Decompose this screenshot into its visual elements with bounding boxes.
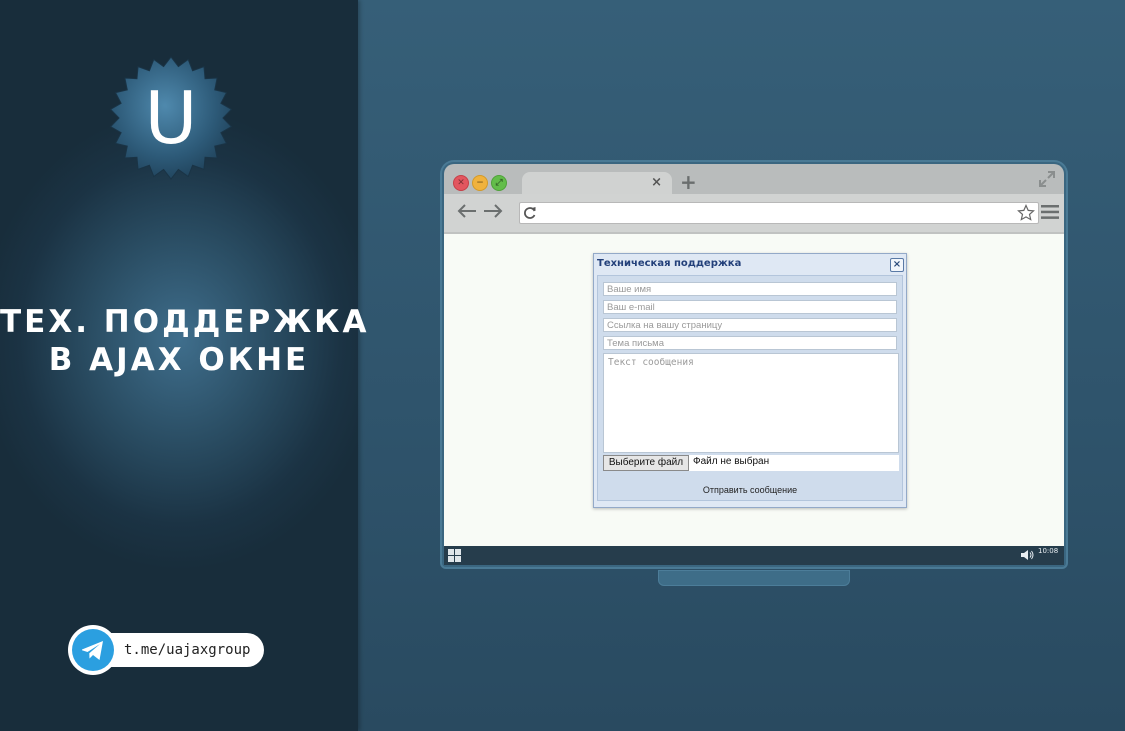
tab-bar: ✕ − ⤢ × + [444, 164, 1064, 194]
dialog-close-button[interactable]: × [890, 258, 904, 272]
new-tab-icon[interactable]: + [680, 170, 697, 194]
email-input[interactable]: Ваш e-mail [603, 300, 897, 314]
window-maximize-button[interactable]: ⤢ [491, 175, 507, 191]
promo-title-line-2: В AJAX ОКНЕ [48, 342, 310, 378]
promo-title-line-1: ТЕХ. ПОДДЕРЖКА [0, 304, 370, 340]
telegram-link-text[interactable]: t.me/uajaxgroup [124, 642, 250, 658]
menu-icon[interactable] [1041, 204, 1059, 220]
browser-window: ✕ − ⤢ × + Техническая поддержка × Ваше и… [442, 162, 1066, 567]
start-menu-icon[interactable] [448, 549, 461, 562]
telegram-link[interactable]: t.me/uajaxgroup [68, 625, 265, 677]
forward-arrow-icon[interactable] [482, 203, 504, 219]
tab-close-icon[interactable]: × [651, 175, 662, 190]
window-minimize-button[interactable]: − [472, 175, 488, 191]
page-link-input[interactable]: Ссылка на вашу страницу [603, 318, 897, 332]
telegram-plane-icon [82, 641, 103, 660]
support-form: Ваше имя Ваш e-mail Ссылка на вашу стран… [597, 275, 903, 501]
support-dialog: Техническая поддержка × Ваше имя Ваш e-m… [593, 253, 907, 508]
taskbar-clock: 10:08 [1038, 547, 1059, 555]
taskbar: 10:08 [444, 546, 1064, 565]
logo-badge: U [108, 55, 234, 181]
subject-input[interactable]: Тема письма [603, 336, 897, 350]
left-panel: U ТЕХ. ПОДДЕРЖКА В AJAX ОКНЕ t.me/uajaxg… [0, 0, 370, 731]
message-textarea[interactable]: Текст сообщения [603, 353, 899, 453]
back-arrow-icon[interactable] [456, 203, 478, 219]
name-input[interactable]: Ваше имя [603, 282, 897, 296]
promo-banner: U ТЕХ. ПОДДЕРЖКА В AJAX ОКНЕ t.me/uajaxg… [0, 0, 1125, 731]
browser-toolbar [444, 194, 1064, 234]
fullscreen-icon[interactable] [1038, 170, 1056, 188]
telegram-badge [68, 625, 118, 675]
logo-letter: U [145, 76, 198, 160]
volume-icon[interactable] [1020, 549, 1034, 561]
bookmark-star-icon[interactable] [1017, 204, 1035, 222]
send-message-button[interactable]: Отправить сообщение [698, 484, 802, 497]
serrated-badge-icon: U [109, 56, 233, 180]
window-close-button[interactable]: ✕ [453, 175, 469, 191]
file-upload-row: Выберите файл Файл не выбран [603, 455, 899, 471]
promo-title: ТЕХ. ПОДДЕРЖКА В AJAX ОКНЕ [0, 303, 370, 379]
dialog-title: Техническая поддержка [597, 258, 742, 269]
browser-tab[interactable]: × [522, 172, 672, 194]
address-bar[interactable] [519, 202, 1039, 224]
browser-viewport: Техническая поддержка × Ваше имя Ваш e-m… [444, 234, 1064, 546]
reload-icon[interactable] [522, 205, 538, 221]
file-status-text: Файл не выбран [693, 456, 770, 467]
monitor-stand [659, 571, 849, 585]
choose-file-button[interactable]: Выберите файл [603, 455, 689, 471]
